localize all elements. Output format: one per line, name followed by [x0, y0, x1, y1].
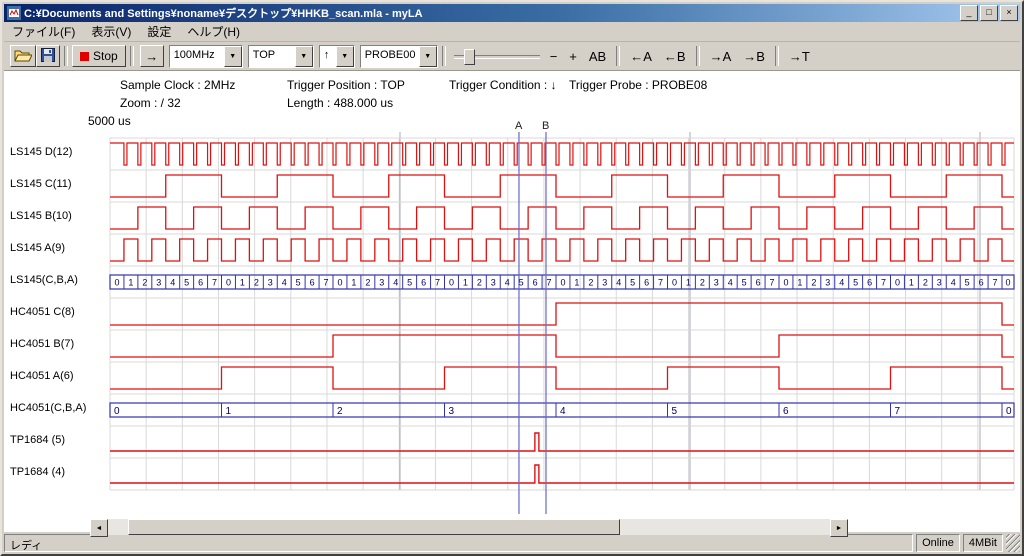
- trigger-position-combo[interactable]: TOP ▼: [248, 45, 314, 68]
- toolbar-separator: [696, 46, 700, 66]
- menu-view[interactable]: 表示(V): [83, 21, 139, 42]
- memory-status: 4MBit: [963, 534, 1003, 552]
- menu-file[interactable]: ファイル(F): [4, 21, 83, 42]
- goto-marker-a-button[interactable]: ←A: [624, 46, 658, 66]
- channel-label: HC4051(C,B,A): [10, 402, 110, 414]
- zoom-in-button[interactable]: +: [563, 46, 583, 66]
- window-title: C:¥Documents and Settings¥noname¥デスクトップ¥…: [24, 5, 960, 21]
- trigger-probe-info: Trigger Probe : PROBE08: [569, 78, 707, 92]
- channel-label: LS145 A(9): [10, 242, 110, 254]
- toolbar-separator: [616, 46, 620, 66]
- toolbar-separator: [442, 46, 446, 66]
- trigger-position-combo-value: TOP: [249, 46, 295, 67]
- dropdown-arrow-icon[interactable]: ▼: [295, 46, 313, 67]
- stop-button[interactable]: Stop: [72, 45, 126, 67]
- channel-label: LS145(C,B,A): [10, 274, 110, 286]
- channel-label: TP1684 (4): [10, 466, 110, 478]
- zoom-info: Zoom : / 32: [120, 96, 181, 110]
- stop-button-label: Stop: [93, 49, 118, 63]
- toolbar: Stop → 100MHz ▼ TOP ▼ ↑ ▼ PROBE00 ▼ − + …: [4, 42, 1020, 71]
- toolbar-separator: [64, 46, 68, 66]
- zoom-slider[interactable]: [454, 46, 540, 66]
- time-division-label: 5000 us: [88, 114, 131, 128]
- scrollbar-thumb[interactable]: [128, 519, 620, 535]
- length-info: Length : 488.000 us: [287, 96, 393, 110]
- menu-help[interactable]: ヘルプ(H): [179, 21, 248, 42]
- run-button[interactable]: →: [140, 45, 164, 67]
- waveform-client: [4, 71, 1020, 532]
- save-button[interactable]: [36, 45, 60, 67]
- channel-label: LS145 D(12): [10, 146, 110, 158]
- toolbar-separator: [775, 46, 779, 66]
- channel-label: LS145 B(10): [10, 210, 110, 222]
- sample-clock-combo[interactable]: 100MHz ▼: [169, 45, 243, 68]
- resize-grip[interactable]: [1006, 534, 1020, 552]
- set-marker-a-button[interactable]: →A: [704, 46, 738, 66]
- trigger-probe-combo[interactable]: PROBE00 ▼: [360, 45, 438, 68]
- menubar: ファイル(F) 表示(V) 設定 ヘルプ(H): [4, 22, 1020, 42]
- stop-icon: [80, 52, 89, 61]
- trigger-position-info: Trigger Position : TOP: [287, 78, 405, 92]
- dropdown-arrow-icon[interactable]: ▼: [224, 46, 242, 67]
- menu-settings[interactable]: 設定: [139, 21, 179, 42]
- trigger-condition-info: Trigger Condition : ↓: [449, 78, 557, 92]
- set-marker-b-button[interactable]: →B: [737, 46, 771, 66]
- sample-clock-combo-value: 100MHz: [170, 46, 224, 67]
- channel-label: TP1684 (5): [10, 434, 110, 446]
- app-window: C:¥Documents and Settings¥noname¥デスクトップ¥…: [0, 0, 1024, 556]
- scrollbar-track[interactable]: [108, 519, 830, 535]
- dropdown-arrow-icon[interactable]: ▼: [419, 46, 437, 67]
- trigger-edge-combo[interactable]: ↑ ▼: [319, 45, 355, 68]
- statusbar: レディ Online 4MBit: [4, 532, 1020, 552]
- scroll-left-icon[interactable]: ◄: [90, 519, 108, 537]
- status-message: レディ: [4, 534, 913, 552]
- maximize-button[interactable]: □: [980, 5, 998, 21]
- minimize-button[interactable]: _: [960, 5, 978, 21]
- toolbar-separator: [130, 46, 134, 66]
- goto-marker-b-button[interactable]: ←B: [658, 46, 692, 66]
- channel-label: HC4051 A(6): [10, 370, 110, 382]
- titlebar[interactable]: C:¥Documents and Settings¥noname¥デスクトップ¥…: [4, 4, 1020, 22]
- scroll-right-icon[interactable]: ►: [830, 519, 848, 537]
- open-folder-icon: [14, 48, 32, 65]
- channel-label: HC4051 C(8): [10, 306, 110, 318]
- channel-label: HC4051 B(7): [10, 338, 110, 350]
- ab-range-button[interactable]: AB: [583, 46, 612, 66]
- trigger-edge-combo-value: ↑: [320, 46, 336, 67]
- app-icon: [7, 6, 21, 20]
- open-button[interactable]: [10, 45, 36, 67]
- close-button[interactable]: ×: [1000, 5, 1018, 21]
- goto-trigger-button[interactable]: →T: [783, 46, 816, 66]
- horizontal-scrollbar[interactable]: ◄ ►: [90, 519, 848, 535]
- floppy-icon: [41, 48, 55, 65]
- trigger-probe-combo-value: PROBE00: [361, 46, 419, 67]
- zoom-out-button[interactable]: −: [544, 46, 564, 66]
- channel-label: LS145 C(11): [10, 178, 110, 190]
- dropdown-arrow-icon[interactable]: ▼: [336, 46, 354, 67]
- online-status: Online: [916, 534, 960, 552]
- sample-clock-info: Sample Clock : 2MHz: [120, 78, 235, 92]
- slider-thumb[interactable]: [464, 49, 475, 65]
